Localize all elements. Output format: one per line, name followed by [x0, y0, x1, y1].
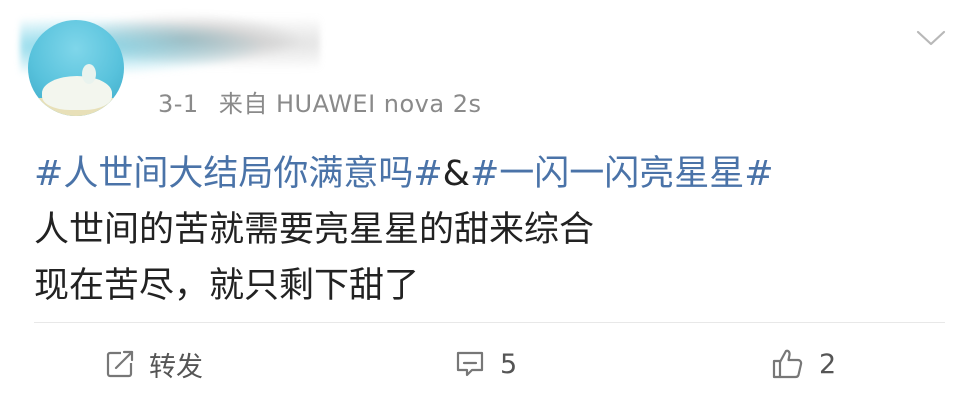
divider	[34, 322, 945, 323]
repost-label: 转发	[149, 351, 203, 383]
comment-count: 5	[500, 348, 518, 380]
post-line-3: 现在苦尽，就只剩下甜了	[34, 266, 420, 306]
comment-button[interactable]: 5	[454, 344, 517, 384]
hashtag-link[interactable]: #人世间大结局你满意吗#	[34, 154, 443, 194]
ampersand-text: &	[442, 154, 470, 194]
chevron-down-icon[interactable]	[916, 28, 946, 48]
repost-icon	[105, 349, 135, 379]
repost-button[interactable]: 转发	[105, 344, 203, 384]
avatar[interactable]	[28, 20, 124, 116]
comment-icon	[454, 348, 486, 380]
post-line-1: #人世间大结局你满意吗#&#一闪一闪亮星星#	[34, 146, 934, 202]
thumbs-up-icon	[771, 347, 805, 381]
post-text: #人世间大结局你满意吗#&#一闪一闪亮星星# 人世间的苦就需要亮星星的甜来综合 …	[34, 146, 934, 314]
post-source: 来自 HUAWEI nova 2s	[218, 90, 482, 118]
hashtag-link[interactable]: #一闪一闪亮星星#	[470, 154, 774, 194]
post-date: 3-1	[158, 90, 199, 118]
post-line-2: 人世间的苦就需要亮星星的甜来综合	[34, 210, 595, 250]
like-count: 2	[819, 348, 837, 380]
post-meta: 3-1 来自 HUAWEI nova 2s	[158, 84, 482, 119]
like-button[interactable]: 2	[771, 344, 836, 384]
